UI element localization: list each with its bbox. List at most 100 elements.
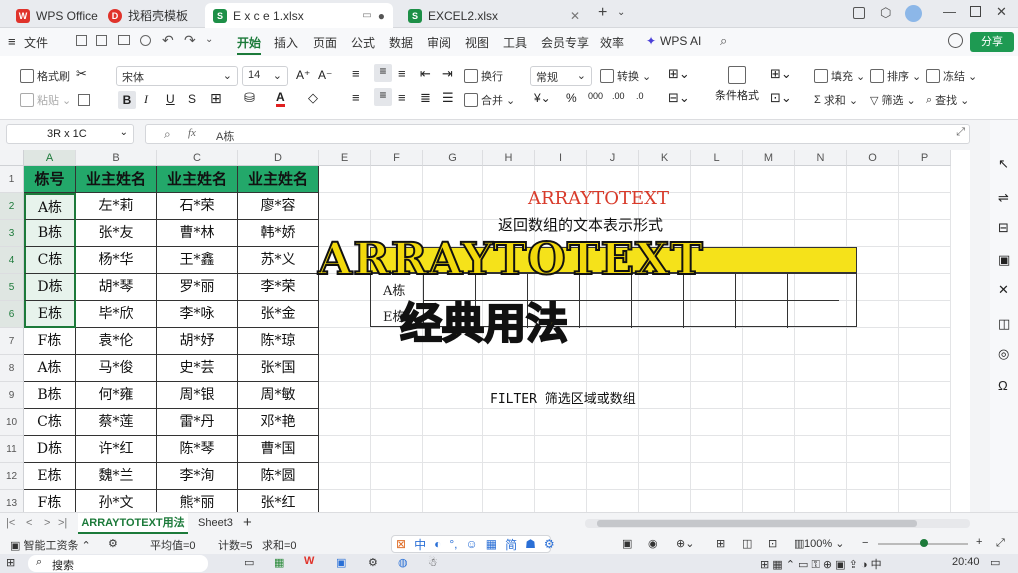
- status-settings-icon[interactable]: ⚙: [108, 537, 118, 550]
- column-header[interactable]: A: [24, 150, 76, 166]
- empty-cell[interactable]: [795, 328, 847, 355]
- empty-cell[interactable]: [371, 463, 423, 490]
- tab-wps-office[interactable]: W WPS Office: [8, 3, 106, 28]
- empty-cell[interactable]: [691, 166, 743, 193]
- empty-cell[interactable]: [483, 463, 535, 490]
- row-header[interactable]: 10: [0, 409, 24, 436]
- excel-app-icon[interactable]: ▦: [274, 556, 284, 569]
- zoom-slider[interactable]: [878, 539, 968, 547]
- empty-cell[interactable]: [691, 382, 743, 409]
- column-header[interactable]: C: [157, 150, 238, 166]
- freeze-button[interactable]: 冻结 ⌄: [926, 68, 977, 84]
- table-cell[interactable]: 周*银: [157, 382, 238, 409]
- redo-icon[interactable]: ↷: [184, 32, 196, 49]
- empty-cell[interactable]: [899, 328, 951, 355]
- table-cell[interactable]: 曹*林: [157, 220, 238, 247]
- menu-formula[interactable]: 公式: [351, 34, 375, 51]
- format-painter-button[interactable]: 格式刷: [20, 68, 70, 84]
- empty-cell[interactable]: [483, 436, 535, 463]
- empty-cell[interactable]: [899, 193, 951, 220]
- maximize-icon[interactable]: [970, 6, 981, 17]
- empty-cell[interactable]: [639, 463, 691, 490]
- cloud-icon[interactable]: [948, 33, 963, 48]
- tab-excel1[interactable]: S E x c e 1.xlsx ▭ ●: [205, 3, 393, 28]
- column-header[interactable]: I: [535, 150, 587, 166]
- row-header[interactable]: 5: [0, 274, 24, 301]
- empty-cell[interactable]: [899, 409, 951, 436]
- tray-icons[interactable]: ⊞ ▦ ⌃ ▭ ⚿ ⊕ ▣ ⇪ ◑ 中: [760, 556, 882, 572]
- empty-cell[interactable]: [691, 355, 743, 382]
- fill-button[interactable]: 填充 ⌄: [814, 68, 865, 84]
- zoom-level[interactable]: 100% ⌄: [804, 537, 844, 550]
- name-box[interactable]: 3R x 1C ⌄: [6, 124, 134, 144]
- empty-cell[interactable]: [639, 382, 691, 409]
- row-header[interactable]: 8: [0, 355, 24, 382]
- wps-app-icon[interactable]: W: [304, 555, 314, 567]
- empty-cell[interactable]: [847, 355, 899, 382]
- currency-icon[interactable]: ¥⌄: [534, 91, 551, 105]
- empty-cell[interactable]: [319, 436, 371, 463]
- save-icon[interactable]: [76, 35, 87, 46]
- table-cell[interactable]: A栋: [24, 193, 76, 220]
- slider-icon[interactable]: ⇌: [998, 190, 1009, 206]
- table-cell[interactable]: 张*红: [238, 490, 319, 512]
- table-cell[interactable]: 杨*华: [76, 247, 157, 274]
- table-cell[interactable]: 廖*容: [238, 193, 319, 220]
- bold-icon[interactable]: B: [118, 91, 136, 109]
- sheet-tab-arraytotext[interactable]: ARRAYTOTEXT用法: [78, 513, 188, 534]
- taskbar-search[interactable]: ⌕ 搜索: [28, 555, 208, 572]
- empty-cell[interactable]: [483, 409, 535, 436]
- table-cell[interactable]: F栋: [24, 328, 76, 355]
- output-cell[interactable]: [579, 301, 631, 328]
- empty-cell[interactable]: [423, 166, 483, 193]
- table-cell[interactable]: C栋: [24, 247, 76, 274]
- empty-cell[interactable]: [371, 355, 423, 382]
- table-header-cell[interactable]: 业主姓名: [238, 166, 319, 193]
- justify-icon[interactable]: ≣: [420, 90, 431, 106]
- menu-review[interactable]: 审阅: [427, 34, 451, 51]
- empty-cell[interactable]: [847, 193, 899, 220]
- empty-cell[interactable]: [847, 166, 899, 193]
- table-cell[interactable]: 张*金: [238, 301, 319, 328]
- copy-icon[interactable]: [78, 94, 90, 106]
- row-header[interactable]: 13: [0, 490, 24, 512]
- empty-cell[interactable]: [691, 490, 743, 512]
- table-cell[interactable]: 苏*义: [238, 247, 319, 274]
- empty-cell[interactable]: [899, 166, 951, 193]
- table-cell[interactable]: B栋: [24, 220, 76, 247]
- output-cell[interactable]: [787, 274, 839, 301]
- font-size-select[interactable]: 14 ⌄: [242, 66, 288, 86]
- undo-icon[interactable]: ↶: [162, 32, 174, 49]
- empty-cell[interactable]: [899, 247, 951, 274]
- empty-cell[interactable]: [639, 436, 691, 463]
- table-cell[interactable]: 熊*丽: [157, 490, 238, 512]
- empty-cell[interactable]: [639, 409, 691, 436]
- empty-cell[interactable]: [535, 490, 587, 512]
- table-cell[interactable]: B栋: [24, 382, 76, 409]
- table-cell[interactable]: 胡*妤: [157, 328, 238, 355]
- eraser-icon[interactable]: ◇: [308, 90, 318, 106]
- percent-icon[interactable]: %: [566, 91, 577, 105]
- qq-app-icon[interactable]: ☃: [428, 556, 438, 569]
- table-cell[interactable]: 史*芸: [157, 355, 238, 382]
- empty-cell[interactable]: [743, 220, 795, 247]
- table-cell[interactable]: 胡*琴: [76, 274, 157, 301]
- menu-tools[interactable]: 工具: [503, 34, 527, 51]
- chevron-down-icon[interactable]: ⌄: [617, 7, 625, 18]
- empty-cell[interactable]: [371, 382, 423, 409]
- empty-cell[interactable]: [795, 463, 847, 490]
- empty-cell[interactable]: [743, 490, 795, 512]
- table-cell[interactable]: 袁*伦: [76, 328, 157, 355]
- next-sheet-icon[interactable]: >: [44, 517, 50, 529]
- row-col-icon[interactable]: ⊡⌄: [770, 90, 792, 106]
- empty-cell[interactable]: [319, 382, 371, 409]
- empty-cell[interactable]: [423, 409, 483, 436]
- table-cell[interactable]: 周*敏: [238, 382, 319, 409]
- empty-cell[interactable]: [795, 382, 847, 409]
- layout-icon[interactable]: [853, 7, 865, 19]
- table-cell[interactable]: 马*俊: [76, 355, 157, 382]
- empty-cell[interactable]: [319, 328, 371, 355]
- find-button[interactable]: ⌕ 查找 ⌄: [926, 92, 969, 108]
- empty-cell[interactable]: [319, 463, 371, 490]
- notification-icon[interactable]: ▭: [990, 556, 1000, 569]
